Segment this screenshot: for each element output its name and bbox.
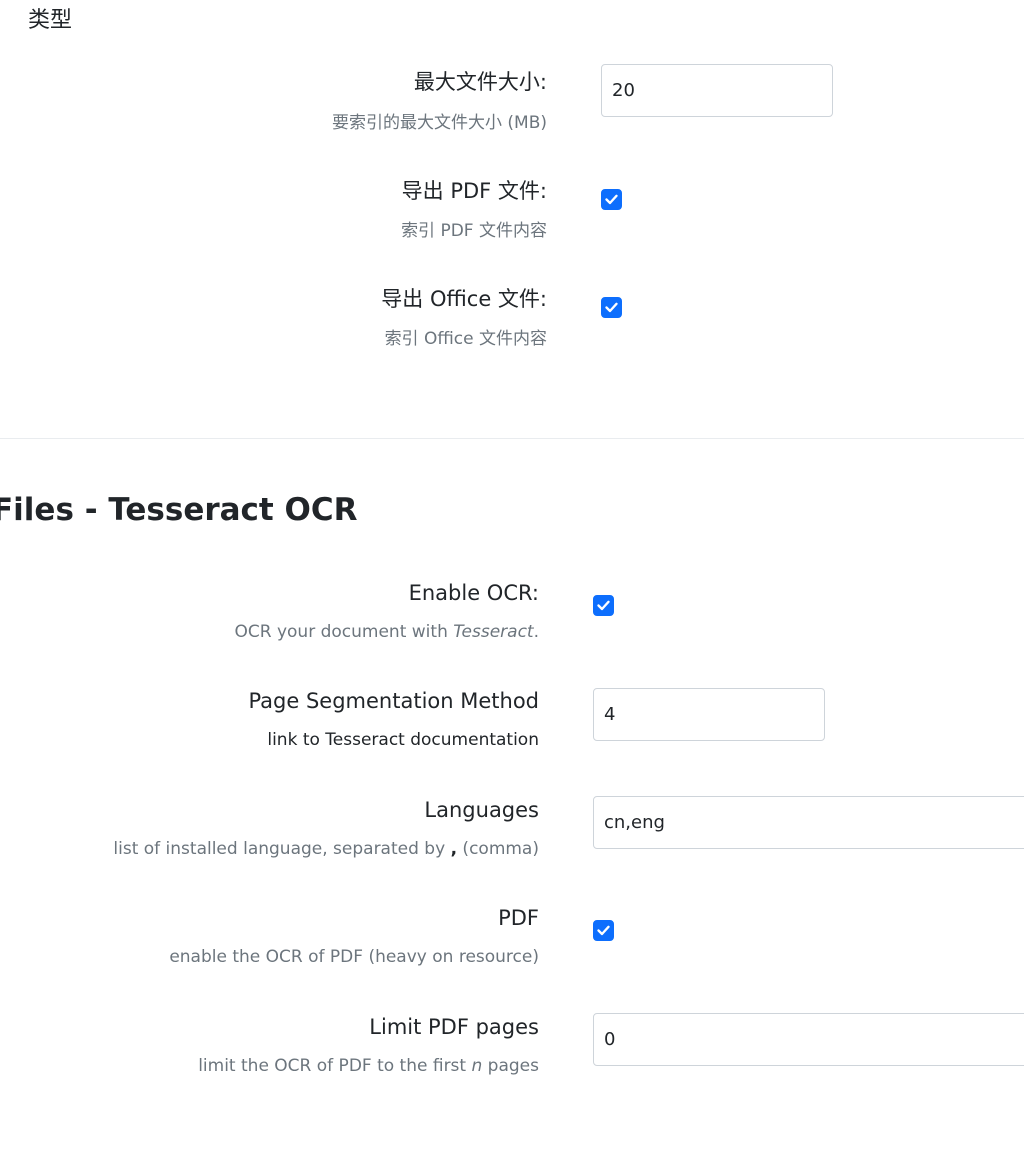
tesseract-docs-link[interactable]: link to Tesseract documentation bbox=[267, 730, 539, 750]
checkmark-icon bbox=[597, 925, 610, 936]
section-divider bbox=[0, 438, 1024, 439]
n-emphasis: n bbox=[471, 1056, 483, 1076]
psm-label: Page Segmentation Method bbox=[248, 689, 539, 713]
limit-pdf-pages-help: limit the OCR of PDF to the first n page… bbox=[198, 1056, 539, 1076]
ocr-section-title: Files - Tesseract OCR bbox=[0, 492, 358, 528]
pdf-ocr-checkbox[interactable] bbox=[593, 920, 614, 941]
limit-pdf-pages-label: Limit PDF pages bbox=[369, 1015, 539, 1039]
enable-ocr-label: Enable OCR: bbox=[408, 581, 539, 605]
checkmark-icon bbox=[605, 194, 618, 205]
limit-pdf-pages-input[interactable] bbox=[593, 1013, 1024, 1066]
enable-ocr-help: OCR your document with Tesseract. bbox=[234, 622, 540, 642]
max-file-size-label: 最大文件大小: bbox=[413, 70, 547, 94]
checkmark-icon bbox=[597, 600, 610, 611]
export-office-checkbox[interactable] bbox=[601, 297, 622, 318]
languages-input[interactable] bbox=[593, 796, 1024, 849]
checkmark-icon bbox=[605, 302, 618, 313]
enable-ocr-checkbox[interactable] bbox=[593, 595, 614, 616]
export-pdf-checkbox[interactable] bbox=[601, 189, 622, 210]
export-pdf-label: 导出 PDF 文件: bbox=[401, 179, 547, 203]
max-file-size-input[interactable] bbox=[601, 64, 833, 117]
psm-input[interactable] bbox=[593, 688, 825, 741]
section-heading-type: 类型 bbox=[28, 8, 73, 33]
pdf-ocr-label: PDF bbox=[498, 906, 539, 930]
languages-help: list of installed language, separated by… bbox=[113, 839, 539, 859]
languages-label: Languages bbox=[424, 798, 539, 822]
export-pdf-help: 索引 PDF 文件内容 bbox=[401, 221, 547, 241]
pdf-ocr-help: enable the OCR of PDF (heavy on resource… bbox=[169, 947, 539, 967]
psm-help: link to Tesseract documentation bbox=[267, 730, 539, 750]
export-office-help: 索引 Office 文件内容 bbox=[384, 329, 547, 349]
tesseract-emphasis: Tesseract bbox=[453, 622, 534, 642]
max-file-size-help: 要索引的最大文件大小 (MB) bbox=[332, 113, 547, 133]
export-office-label: 导出 Office 文件: bbox=[381, 287, 547, 311]
